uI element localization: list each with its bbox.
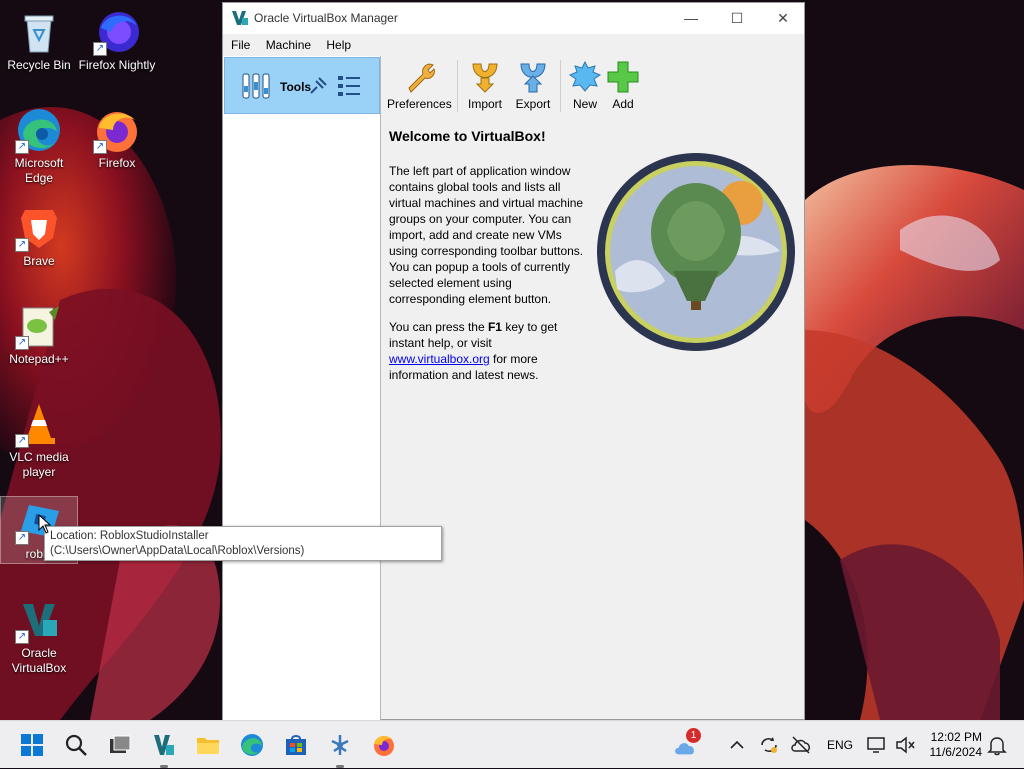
list-menu-icon[interactable]	[335, 72, 363, 100]
desktop-icon-label: Microsoft Edge	[14, 156, 64, 185]
task-view-icon[interactable]	[108, 733, 132, 757]
edge-icon: ↗	[15, 106, 63, 154]
tools-item[interactable]: Tools	[224, 57, 380, 114]
title-bar[interactable]: Oracle VirtualBox Manager — ☐ ✕	[223, 3, 804, 34]
add-button[interactable]: Add	[605, 60, 641, 111]
global-toolbar: Preferences Import Export New Add	[381, 56, 804, 116]
language-indicator[interactable]: ENG	[827, 721, 853, 769]
desktop-icon-label: Firefox	[98, 156, 136, 170]
wrench-icon	[408, 63, 436, 93]
import-icon	[472, 63, 498, 93]
export-button[interactable]: Export	[515, 60, 551, 111]
virtualbox-app-icon	[232, 11, 248, 25]
virtualbox-website-link[interactable]: www.virtualbox.org	[389, 352, 490, 366]
firefox-taskbar-icon[interactable]	[372, 733, 396, 757]
welcome-help-text: You can press the F1 key to get instant …	[389, 319, 591, 383]
desktop-icon-label: Oracle VirtualBox	[11, 646, 67, 675]
import-button[interactable]: Import	[467, 60, 503, 111]
toolbar-separator	[560, 60, 561, 112]
display-icon[interactable]	[866, 734, 888, 756]
desktop-icon-label: Recycle Bin	[7, 58, 71, 72]
minimize-button[interactable]: —	[668, 3, 714, 34]
shortcut-arrow-icon: ↗	[15, 238, 29, 252]
shortcut-arrow-icon: ↗	[15, 630, 29, 644]
network-tool-icon[interactable]	[328, 733, 352, 757]
desktop-icon-label: VLC media player	[9, 450, 69, 479]
desktop-icon-firefox[interactable]: ↗ Firefox	[78, 106, 156, 171]
tools-icon	[242, 73, 270, 99]
shortcut-arrow-icon: ↗	[15, 531, 29, 545]
clock[interactable]: 12:02 PM 11/6/2024	[918, 730, 983, 760]
virtualbox-manager-window: Oracle VirtualBox Manager — ☐ ✕ File Mac…	[222, 2, 805, 721]
shortcut-arrow-icon: ↗	[15, 140, 29, 154]
taskbar: 1 ENG 12:02 PM 11/6/2024	[0, 720, 1024, 768]
shortcut-arrow-icon: ↗	[93, 140, 107, 154]
menu-machine[interactable]: Machine	[260, 34, 317, 56]
sync-icon[interactable]	[758, 734, 780, 756]
desktop-icon-recycle-bin[interactable]: Recycle Bin	[0, 8, 78, 73]
search-icon[interactable]	[64, 733, 88, 757]
microsoft-store-icon[interactable]	[284, 733, 308, 757]
window-title: Oracle VirtualBox Manager	[254, 11, 398, 25]
help-text-before: You can press the	[389, 320, 488, 334]
virtualbox-taskbar-icon[interactable]	[152, 733, 176, 757]
add-plus-icon	[607, 61, 639, 93]
close-button[interactable]: ✕	[760, 3, 806, 34]
recycle-bin-icon	[15, 8, 63, 56]
firefox-nightly-icon: ↗	[93, 8, 141, 56]
welcome-description: The left part of application window cont…	[389, 164, 584, 306]
preferences-button[interactable]: Preferences	[387, 60, 452, 111]
location-tooltip: Location: RobloxStudioInstaller (C:\User…	[44, 526, 442, 561]
desktop-icon-firefox-nightly[interactable]: ↗ Firefox Nightly	[78, 8, 156, 73]
shortcut-arrow-icon: ↗	[15, 336, 29, 350]
weather-badge: 1	[686, 728, 701, 743]
new-label: New	[572, 97, 597, 111]
notepad-plus-plus-icon: ↗	[15, 302, 63, 350]
desktop-icon-oracle-virtualbox[interactable]: ↗ Oracle VirtualBox	[0, 596, 78, 676]
new-star-icon	[568, 60, 602, 92]
clock-time: 12:02 PM	[930, 730, 982, 744]
vlc-cone-icon: ↗	[15, 400, 63, 448]
new-button[interactable]: New	[567, 60, 603, 111]
desktop-icon-label: Brave	[23, 254, 55, 268]
shortcut-arrow-icon: ↗	[93, 42, 107, 56]
desktop-icon-microsoft-edge[interactable]: ↗ Microsoft Edge	[0, 106, 78, 186]
volume-muted-icon[interactable]	[894, 734, 916, 756]
f1-key: F1	[487, 320, 502, 334]
export-icon	[520, 63, 546, 93]
notification-bell-icon[interactable]	[986, 734, 1008, 756]
desktop-icon-brave[interactable]: ↗ Brave	[0, 204, 78, 269]
menu-bar: File Machine Help	[223, 34, 804, 56]
balloon-illustration	[597, 153, 795, 351]
file-explorer-icon[interactable]	[196, 733, 220, 757]
welcome-heading: Welcome to VirtualBox!	[389, 128, 546, 144]
mouse-cursor-icon	[38, 514, 52, 534]
desktop-icon-label: Firefox Nightly	[78, 58, 156, 72]
machine-list-pane[interactable]: Tools	[223, 56, 381, 721]
toolbar-separator	[457, 60, 458, 112]
shortcut-arrow-icon: ↗	[15, 434, 29, 448]
preferences-label: Preferences	[387, 97, 452, 111]
maximize-button[interactable]: ☐	[714, 3, 760, 34]
add-label: Add	[612, 97, 634, 111]
menu-help[interactable]: Help	[320, 34, 357, 56]
menu-file[interactable]: File	[225, 34, 256, 56]
import-label: Import	[467, 97, 502, 111]
export-label: Export	[515, 97, 551, 111]
firefox-icon: ↗	[93, 106, 141, 154]
cloud-offline-icon[interactable]	[790, 734, 812, 756]
desktop-icon-vlc[interactable]: ↗ VLC media player	[0, 400, 78, 480]
desktop-icon-notepad-plus-plus[interactable]: ↗ Notepad++	[0, 302, 78, 367]
brave-lion-icon: ↗	[15, 204, 63, 252]
welcome-panel: Welcome to VirtualBox! The left part of …	[389, 128, 591, 395]
edge-taskbar-icon[interactable]	[240, 733, 264, 757]
virtualbox-icon: ↗	[15, 596, 63, 644]
clock-date: 11/6/2024	[929, 745, 983, 759]
pin-icon[interactable]	[307, 75, 329, 97]
desktop-icon-label: Notepad++	[9, 352, 69, 366]
start-windows-icon[interactable]	[20, 733, 44, 757]
chevron-up-icon[interactable]	[728, 736, 746, 754]
